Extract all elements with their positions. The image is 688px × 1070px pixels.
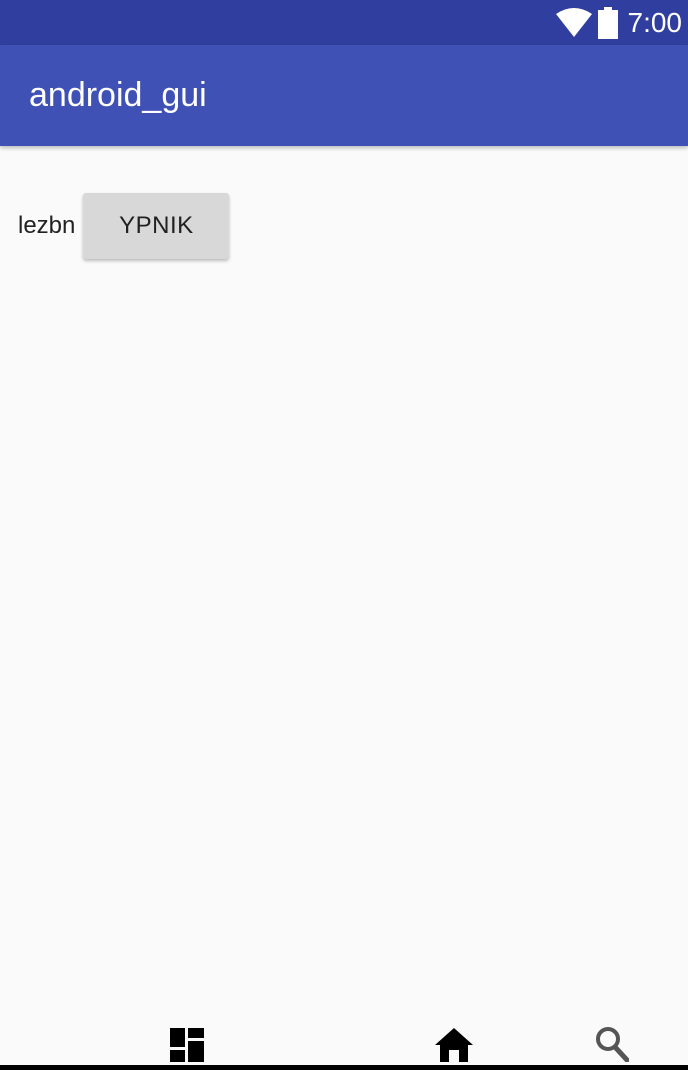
text-label: lezbn	[18, 212, 76, 239]
dashboard-icon[interactable]	[170, 1028, 204, 1062]
battery-icon	[597, 6, 618, 39]
content-area: lezbn YPNIK	[0, 146, 688, 1036]
clock: 7:00	[627, 7, 683, 38]
screen: 7:00 android_gui lezbn YPNIK	[0, 0, 688, 1070]
label-button-row: lezbn YPNIK	[18, 192, 230, 260]
nav-divider	[0, 1065, 688, 1070]
navigation-bar	[0, 1010, 688, 1070]
ypnik-button[interactable]: YPNIK	[83, 193, 230, 259]
status-icons: 7:00	[555, 0, 683, 45]
wifi-icon	[555, 7, 592, 37]
home-icon[interactable]	[435, 1028, 473, 1062]
status-bar: 7:00	[0, 0, 688, 45]
app-title: android_gui	[29, 76, 207, 114]
app-bar: android_gui	[0, 45, 688, 146]
search-icon[interactable]	[595, 1026, 629, 1062]
